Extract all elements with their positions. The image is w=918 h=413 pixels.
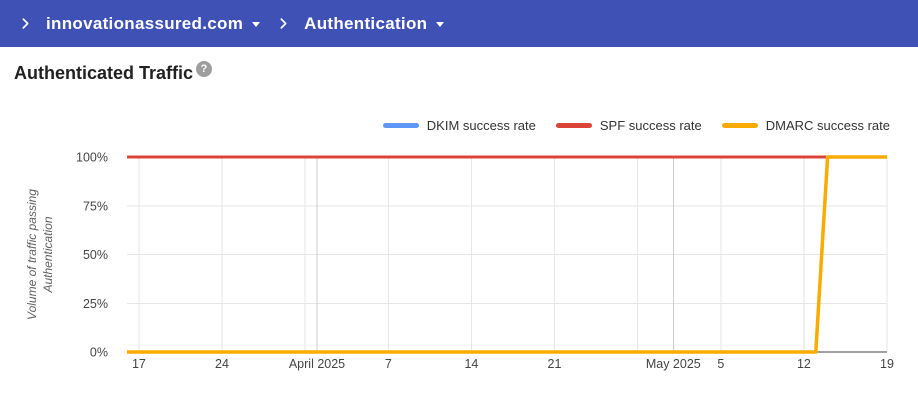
- svg-text:5: 5: [717, 357, 724, 371]
- chevron-right-icon: [276, 16, 291, 31]
- domain-selector-label: innovationassured.com: [46, 14, 243, 34]
- svg-text:0%: 0%: [90, 346, 108, 360]
- top-navigation-bar: innovationassured.com Authentication: [0, 0, 918, 47]
- legend-label-dmarc: DMARC success rate: [766, 118, 890, 133]
- dkim-line-swatch-icon: [383, 123, 419, 128]
- section-selector-label: Authentication: [304, 14, 427, 34]
- svg-text:April 2025: April 2025: [289, 357, 345, 371]
- svg-text:21: 21: [548, 357, 562, 371]
- section-selector-dropdown[interactable]: Authentication: [304, 14, 444, 34]
- dmarc-line-swatch-icon: [722, 123, 758, 128]
- spf-line-swatch-icon: [556, 123, 592, 128]
- legend-item-dkim: DKIM success rate: [383, 118, 536, 133]
- svg-text:Authentication: Authentication: [41, 216, 55, 293]
- authenticated-traffic-chart: 0% 25% 50% 75% 100% 17 24 April 2025 7 14 21 May 20…: [0, 140, 918, 390]
- svg-text:Volume of traffic passing: Volume of traffic passing: [25, 189, 39, 320]
- legend-label-dkim: DKIM success rate: [427, 118, 536, 133]
- chart-legend: DKIM success rate SPF success rate DMARC…: [383, 118, 890, 133]
- chevron-right-icon: [18, 16, 33, 31]
- svg-text:75%: 75%: [83, 199, 108, 213]
- svg-text:100%: 100%: [76, 151, 108, 165]
- help-icon[interactable]: ?: [196, 61, 212, 77]
- page-title: Authenticated Traffic: [14, 62, 193, 84]
- dropdown-caret-icon: [252, 22, 260, 27]
- svg-text:May 2025: May 2025: [646, 357, 701, 371]
- svg-text:50%: 50%: [83, 248, 108, 262]
- page-header: Authenticated Traffic ?: [14, 62, 212, 84]
- svg-text:17: 17: [132, 357, 146, 371]
- svg-text:19: 19: [880, 357, 894, 371]
- domain-selector-dropdown[interactable]: innovationassured.com: [46, 14, 260, 34]
- legend-item-dmarc: DMARC success rate: [722, 118, 890, 133]
- svg-text:24: 24: [215, 357, 229, 371]
- svg-text:25%: 25%: [83, 297, 108, 311]
- dropdown-caret-icon: [436, 22, 444, 27]
- svg-text:14: 14: [464, 357, 478, 371]
- svg-text:12: 12: [797, 357, 811, 371]
- legend-item-spf: SPF success rate: [556, 118, 702, 133]
- svg-text:7: 7: [385, 357, 392, 371]
- legend-label-spf: SPF success rate: [600, 118, 702, 133]
